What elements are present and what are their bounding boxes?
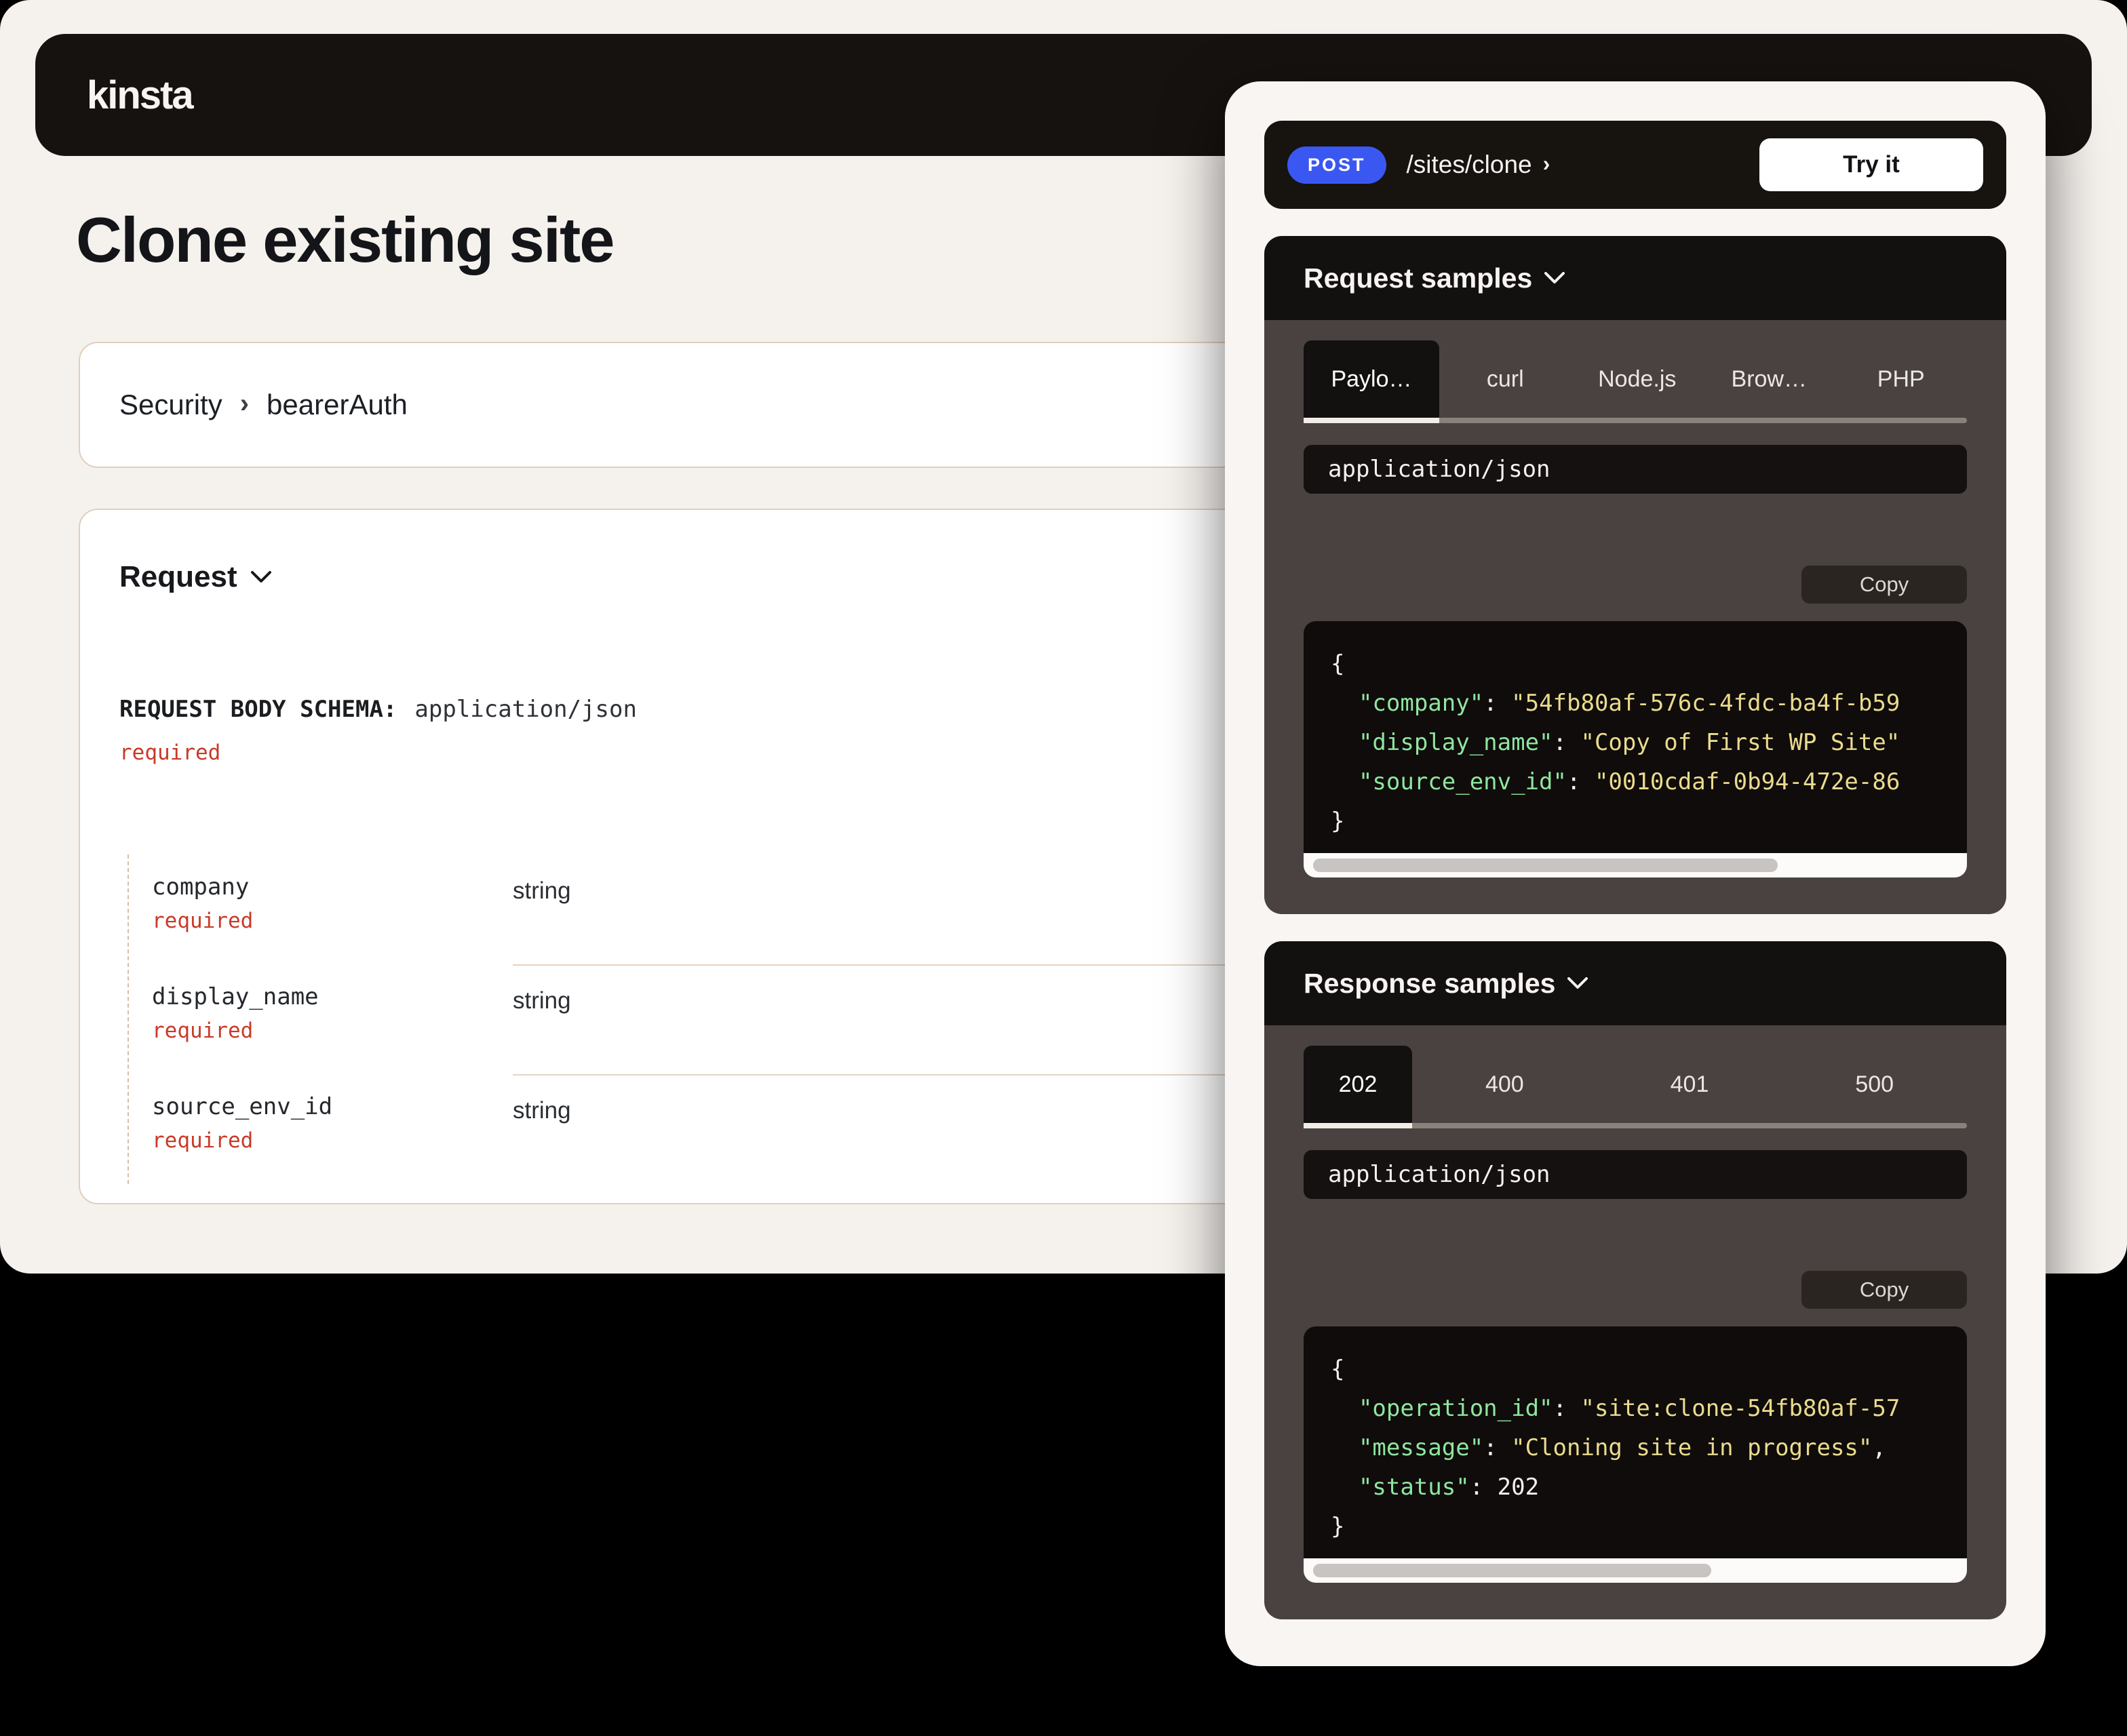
schema-field-row: display_namerequiredstring	[152, 964, 1384, 1074]
tab-401[interactable]: 401	[1597, 1046, 1782, 1123]
response-samples-header[interactable]: Response samples	[1264, 941, 2006, 1025]
api-panel: POST /sites/clone › Try it Request sampl…	[1225, 81, 2046, 1666]
tab-brow-[interactable]: Brow…	[1703, 340, 1835, 418]
tab-400[interactable]: 400	[1412, 1046, 1597, 1123]
request-code-block: { "company": "54fb80af-576c-4fdc-ba4f-b5…	[1304, 621, 1967, 877]
request-code: { "company": "54fb80af-576c-4fdc-ba4f-b5…	[1304, 621, 1967, 853]
copy-button[interactable]: Copy	[1801, 566, 1967, 604]
copy-button[interactable]: Copy	[1801, 1271, 1967, 1309]
scrollbar-thumb[interactable]	[1313, 1564, 1711, 1577]
request-samples-tabs: Paylo…curlNode.jsBrow…PHP	[1304, 340, 1967, 423]
response-samples-tabs: 202400401500	[1304, 1046, 1967, 1128]
schema-label: REQUEST BODY SCHEMA:	[119, 696, 397, 723]
response-code-block: { "operation_id": "site:clone-54fb80af-5…	[1304, 1326, 1967, 1583]
schema-required-flag: required	[119, 741, 1384, 765]
field-name: company	[152, 873, 513, 901]
schema-line: REQUEST BODY SCHEMA: application/json	[119, 696, 1384, 723]
scrollbar-thumb[interactable]	[1313, 859, 1778, 872]
security-label: Security	[119, 389, 222, 421]
page-title: Clone existing site	[76, 203, 614, 277]
tab-202[interactable]: 202	[1304, 1046, 1412, 1123]
response-content-type-box: application/json	[1304, 1150, 1967, 1199]
security-scheme: bearerAuth	[267, 389, 408, 421]
response-code: { "operation_id": "site:clone-54fb80af-5…	[1304, 1326, 1967, 1558]
field-required-flag: required	[152, 1128, 513, 1153]
request-samples-title: Request samples	[1304, 262, 1532, 294]
canvas: kinsta Clone existing site Security › be…	[0, 0, 2127, 1736]
try-it-button[interactable]: Try it	[1759, 138, 1983, 191]
field-required-flag: required	[152, 909, 513, 933]
request-code-scrollbar[interactable]	[1304, 853, 1967, 877]
tab-paylo-[interactable]: Paylo…	[1304, 340, 1439, 418]
response-code-scrollbar[interactable]	[1304, 1558, 1967, 1583]
tab-curl[interactable]: curl	[1439, 340, 1572, 418]
tab-node-js[interactable]: Node.js	[1572, 340, 1704, 418]
chevron-down-icon	[1544, 272, 1565, 284]
tab-php[interactable]: PHP	[1835, 340, 1968, 418]
response-samples-body: 202400401500 application/json Copy { "op…	[1264, 1025, 2006, 1619]
schema-fields: companyrequiredstringdisplay_namerequire…	[128, 854, 1384, 1184]
security-card[interactable]: Security › bearerAuth	[79, 342, 1424, 468]
schema-content-type: application/json	[414, 696, 637, 723]
field-name: display_name	[152, 983, 513, 1010]
response-samples-title: Response samples	[1304, 968, 1555, 1000]
chevron-right-icon: ›	[240, 389, 249, 419]
field-required-flag: required	[152, 1019, 513, 1043]
request-samples-panel: Request samples Paylo…curlNode.jsBrow…PH…	[1264, 236, 2006, 914]
request-samples-header[interactable]: Request samples	[1264, 236, 2006, 320]
schema-field-row: source_env_idrequiredstring	[152, 1074, 1384, 1184]
request-card: Request REQUEST BODY SCHEMA: application/…	[79, 509, 1424, 1204]
request-samples-body: Paylo…curlNode.jsBrow…PHP application/js…	[1264, 320, 2006, 914]
response-samples-panel: Response samples 202400401500 applicatio…	[1264, 941, 2006, 1619]
request-section-toggle[interactable]: Request	[119, 560, 1384, 594]
field-name: source_env_id	[152, 1093, 513, 1120]
chevron-right-icon: ›	[1543, 151, 1550, 176]
tab-500[interactable]: 500	[1782, 1046, 1967, 1123]
request-section-title: Request	[119, 560, 237, 594]
endpoint-bar[interactable]: POST /sites/clone › Try it	[1264, 121, 2006, 209]
method-badge: POST	[1287, 146, 1386, 184]
request-content-type-box: application/json	[1304, 445, 1967, 494]
schema-field-row: companyrequiredstring	[152, 854, 1384, 964]
kinsta-logo[interactable]: kinsta	[87, 73, 193, 118]
endpoint-path: /sites/clone	[1407, 151, 1532, 179]
chevron-down-icon	[251, 571, 271, 583]
chevron-down-icon	[1567, 977, 1588, 989]
